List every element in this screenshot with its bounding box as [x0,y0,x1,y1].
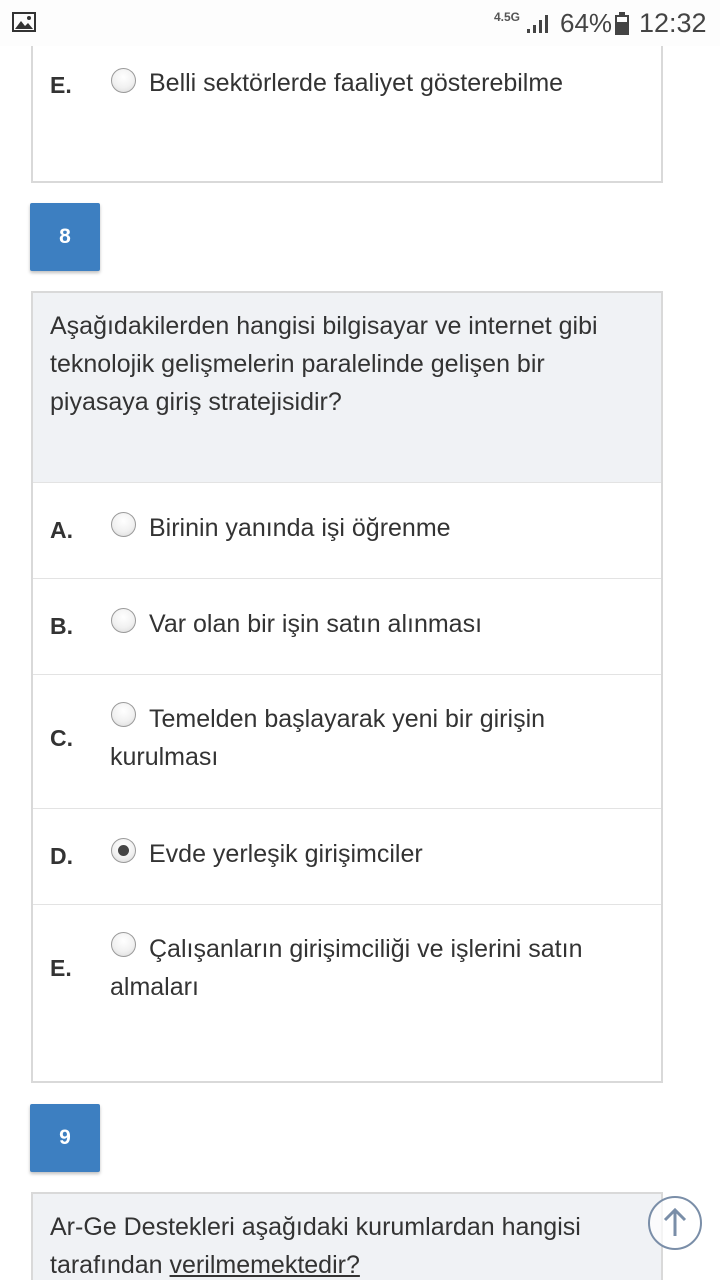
option-row-e[interactable]: E. Çalışanların girişimciliği ve işlerin… [33,904,661,1082]
question-text: Aşağıdakilerden hangisi bilgisayar ve in… [50,312,598,416]
question-number-badge[interactable]: 8 [30,203,100,271]
question-text: Ar-Ge Destekleri aşağıdaki kurumlardan h… [50,1208,650,1280]
arrow-up-icon [663,1207,687,1236]
option-text-line1: Temelden başlayarak yeni bir girişin [149,705,546,733]
option-text-line1: Çalışanların girişimciliği ve işlerini s… [149,935,583,963]
question-text-prefix: tarafından [50,1251,170,1279]
network-type: 4.5G [494,10,521,24]
option-text: Birinin yanında işi öğrenme [149,514,451,542]
radio-button[interactable] [111,512,136,537]
question-text-line1: Ar-Ge Destekleri aşağıdaki kurumlardan h… [50,1213,581,1241]
option-text: Var olan bir işin satın alınması [149,610,483,638]
radio-button-selected[interactable] [111,838,136,863]
option-letter: C. [50,725,73,751]
option-row-d[interactable]: D. Evde yerleşik girişimciler [33,808,661,905]
option-letter: A. [50,517,73,543]
option-text: Belli sektörlerde faaliyet gösterebilme [149,69,564,97]
option-row-a[interactable]: A. Birinin yanında işi öğrenme [33,482,661,579]
option-text: Evde yerleşik girişimciler [149,840,423,868]
option-row-e[interactable]: E. Belli sektörlerde faaliyet gösterebil… [33,46,661,181]
option-letter: B. [50,613,73,639]
signal-icon [527,15,548,33]
radio-button[interactable] [111,702,136,727]
option-text-line2: kurulması [110,743,219,771]
option-row-c[interactable]: C. Temelden başlayarak yeni bir girişin … [33,674,661,809]
option-letter: D. [50,843,73,869]
radio-button[interactable] [111,932,136,957]
option-row-b[interactable]: B. Var olan bir işin satın alınması [33,578,661,675]
question-8-card: Aşağıdakilerden hangisi bilgisayar ve in… [31,291,663,1083]
question-7-card: E. Belli sektörlerde faaliyet gösterebil… [31,46,663,183]
radio-button[interactable] [111,608,136,633]
radio-button[interactable] [111,68,136,93]
clock: 12:32 [639,8,707,38]
battery-icon [615,12,629,35]
question-header: Aşağıdakilerden hangisi bilgisayar ve in… [33,293,661,483]
quiz-page: E. Belli sektörlerde faaliyet gösterebil… [0,46,720,1280]
picture-icon [12,12,36,32]
question-header: Ar-Ge Destekleri aşağıdaki kurumlardan h… [33,1194,661,1280]
option-letter: E. [50,72,72,98]
question-text-line2: tarafından verilmemektedir? [50,1246,650,1280]
battery-percent: 64% [560,8,613,38]
question-text-emphasis: verilmemektedir? [169,1251,360,1279]
option-letter: E. [50,955,72,981]
question-number-badge[interactable]: 9 [30,1104,100,1172]
arrow-up-circle-icon[interactable] [648,1196,702,1250]
option-text-line2: almaları [110,973,199,1001]
status-bar: 4.5G 64% 12:32 [0,0,720,46]
question-9-card: Ar-Ge Destekleri aşağıdaki kurumlardan h… [31,1192,663,1280]
